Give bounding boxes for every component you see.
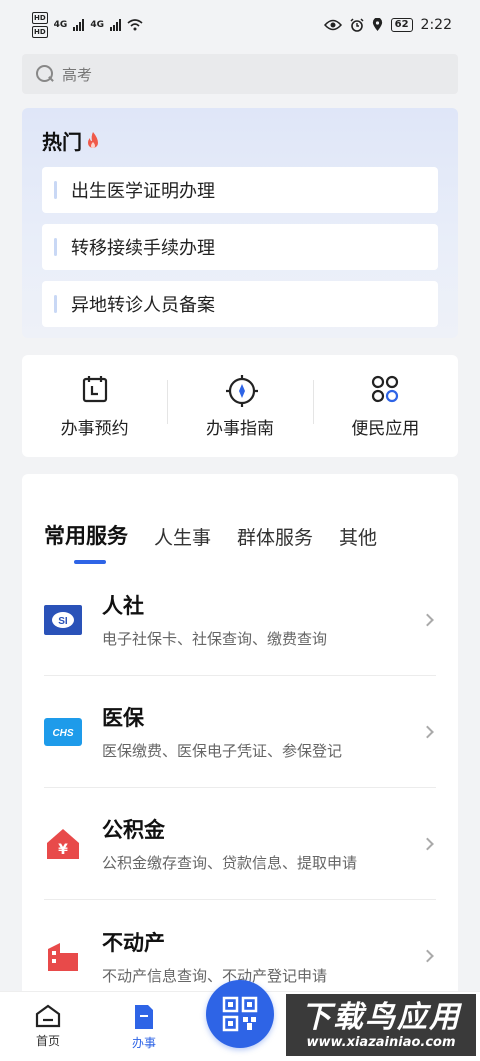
chs-medical-insurance-icon: CHS — [44, 713, 82, 751]
housing-fund-icon: ¥ — [44, 825, 82, 863]
signal-icon-2 — [109, 19, 121, 31]
service-row-medical-insurance[interactable]: CHS 医保 医保缴费、医保电子凭证、参保登记 — [44, 676, 436, 788]
service-desc: 不动产信息查询、不动产登记申请 — [102, 966, 328, 985]
search-bar[interactable]: 高考 — [22, 54, 458, 94]
quick-actions: 办事预约 办事指南 便民应用 — [22, 355, 458, 457]
hot-item-label: 异地转诊人员备案 — [71, 295, 215, 316]
tab-life-events[interactable]: 人生事 — [154, 523, 211, 550]
social-security-icon: SI — [44, 601, 82, 639]
hot-panel: 热门 出生医学证明办理 转移接续手续办理 异地转诊人员备案 — [22, 108, 458, 338]
qr-code-icon — [222, 996, 258, 1032]
watermark-title: 下载鸟应用 — [301, 999, 461, 1035]
service-row-social-security[interactable]: SI 人社 电子社保卡、社保查询、缴费查询 — [44, 564, 436, 676]
battery-indicator: 62 — [390, 18, 413, 32]
service-desc: 公积金缴存查询、贷款信息、提取申请 — [102, 854, 358, 872]
quick-action-label: 办事预约 — [60, 418, 129, 439]
status-bar: HD HD 4G 4G 62 2:22 — [0, 0, 480, 50]
hd-label-2: HD — [32, 26, 48, 38]
real-estate-icon — [44, 937, 82, 975]
hot-item-label: 转移接续手续办理 — [71, 238, 215, 259]
hot-item-2[interactable]: 异地转诊人员备案 — [42, 281, 438, 327]
tab-group-services[interactable]: 群体服务 — [237, 523, 313, 550]
compass-icon — [225, 374, 258, 407]
quick-action-apps[interactable]: 便民应用 — [312, 374, 458, 439]
service-row-housing-fund[interactable]: ¥ 公积金 公积金缴存查询、贷款信息、提取申请 — [44, 788, 436, 900]
quick-action-label: 办事指南 — [205, 418, 274, 439]
hd-icon: HD HD — [32, 11, 48, 39]
eye-icon — [323, 19, 342, 31]
location-icon — [372, 18, 382, 31]
nav-label: 首页 — [35, 1034, 60, 1048]
quick-action-guide[interactable]: 办事指南 — [167, 374, 312, 439]
service-text: 不动产 不动产信息查询、不动产登记申请 — [102, 927, 436, 986]
hot-title-text: 热门 — [42, 130, 82, 154]
service-tabs: 常用服务 人生事 群体服务 其他 — [44, 474, 436, 564]
wifi-icon — [127, 19, 143, 31]
apps-grid-icon — [370, 374, 400, 404]
quick-action-appointment[interactable]: 办事预约 — [22, 374, 167, 439]
qr-code-button[interactable] — [206, 980, 274, 1048]
status-left: HD HD 4G 4G — [32, 11, 143, 39]
watermark-logo: 下载鸟应用 www.xiazainiao.com — [286, 994, 476, 1056]
service-list: SI 人社 电子社保卡、社保查询、缴费查询 CHS 医保 医保缴费、医保电子凭证… — [44, 564, 436, 1012]
search-placeholder: 高考 — [62, 65, 93, 84]
hot-item-0[interactable]: 出生医学证明办理 — [42, 167, 438, 213]
alarm-icon — [350, 18, 364, 32]
home-icon — [35, 1004, 61, 1028]
nav-affairs[interactable]: 办事 — [96, 992, 192, 1061]
service-title: 公积金 — [102, 818, 165, 842]
svg-text:¥: ¥ — [58, 842, 68, 858]
flame-icon — [86, 131, 100, 151]
status-right: 62 2:22 — [323, 17, 452, 33]
tab-common-services[interactable]: 常用服务 — [44, 520, 128, 564]
service-desc: 电子社保卡、社保查询、缴费查询 — [102, 630, 328, 648]
services-card: 常用服务 人生事 群体服务 其他 SI 人社 电子社保卡、社保查询、缴费查询 C… — [22, 474, 458, 1014]
signal-icon — [73, 19, 85, 31]
status-time: 2:22 — [420, 17, 452, 33]
service-desc: 医保缴费、医保电子凭证、参保登记 — [102, 742, 343, 760]
hot-item-bar — [54, 181, 57, 199]
hot-item-1[interactable]: 转移接续手续办理 — [42, 224, 438, 270]
network-label-1: 4G — [53, 20, 68, 30]
service-text: 公积金 公积金缴存查询、贷款信息、提取申请 — [102, 814, 436, 873]
hot-item-bar — [54, 238, 57, 256]
service-title: 不动产 — [102, 930, 165, 955]
service-text: 医保 医保缴费、医保电子凭证、参保登记 — [102, 702, 436, 761]
hot-item-label: 出生医学证明办理 — [71, 181, 215, 202]
hd-label-1: HD — [32, 12, 48, 24]
document-icon — [135, 1005, 153, 1029]
nav-label: 办事 — [131, 1036, 156, 1050]
quick-action-label: 便民应用 — [351, 418, 420, 439]
service-title: 医保 — [102, 706, 144, 730]
svg-text:SI: SI — [58, 616, 68, 627]
svg-text:CHS: CHS — [52, 728, 73, 739]
nav-home[interactable]: 首页 — [0, 992, 96, 1061]
tab-other[interactable]: 其他 — [339, 523, 377, 550]
network-label-2: 4G — [90, 20, 104, 30]
calendar-icon — [80, 374, 110, 404]
search-icon — [36, 65, 54, 83]
watermark-url: www.xiazainiao.com — [306, 1034, 456, 1050]
service-text: 人社 电子社保卡、社保查询、缴费查询 — [102, 590, 436, 649]
hot-title: 热门 — [42, 126, 438, 155]
hot-item-bar — [54, 295, 57, 313]
service-title: 人社 — [102, 594, 144, 618]
